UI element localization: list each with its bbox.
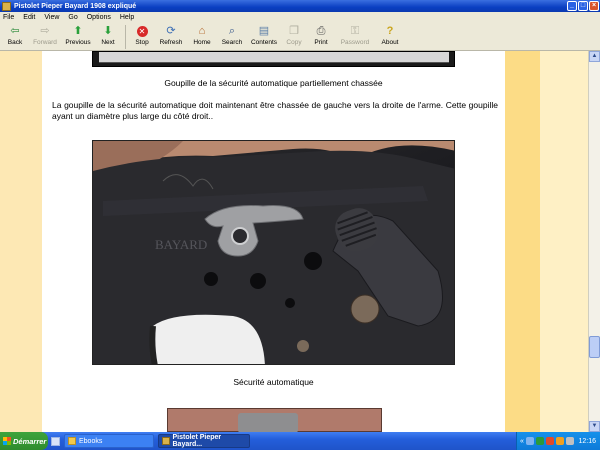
next-label: Next [101,39,115,46]
next-button[interactable]: ⬇ Next [94,23,122,50]
stop-button[interactable]: ✕ Stop [129,23,155,50]
antivirus-icon[interactable] [545,437,554,445]
print-button[interactable]: ⎙ Print [307,23,335,50]
quick-launch-icon[interactable] [51,436,60,446]
stop-label: Stop [135,39,149,46]
taskbar: Démarrer Ebooks Pistolet Pieper Bayard..… [0,432,600,450]
window-title: Pistolet Pieper Bayard 1908 expliqué [14,2,137,10]
system-tray: « 12:16 [516,432,600,450]
about-button[interactable]: ? About [375,23,405,50]
network-icon[interactable] [525,437,534,445]
contents-button[interactable]: ▤ Contents [247,23,281,50]
decorative-band-far-right [540,51,588,432]
print-label: Print [314,39,328,46]
toolbar-separator [125,25,126,49]
menu-file[interactable]: File [3,14,14,21]
back-button[interactable]: ⇦ Back [2,23,28,50]
engraving-text: BAYARD [155,237,207,252]
about-label: About [381,39,399,46]
password-button[interactable]: ⚿ Password [335,23,375,50]
window-controls: _ □ × [567,1,599,11]
menu-bar: File Edit View Go Options Help [0,12,600,23]
refresh-label: Refresh [159,39,183,46]
app-icon [162,437,170,445]
menu-edit[interactable]: Edit [23,14,35,21]
home-icon: ⌂ [198,25,206,37]
volume-icon[interactable] [565,437,574,445]
folder-icon [68,437,76,445]
scroll-thumb[interactable] [589,336,600,358]
search-button[interactable]: ⌕ Search [217,23,247,50]
photo-automatic-safety: BAYARD [92,140,455,365]
copy-label: Copy [286,39,302,46]
page-content[interactable]: Goupille de la sécurité automatique part… [0,51,588,432]
search-label: Search [221,39,243,46]
photo-next [167,408,382,432]
quick-launch [51,436,60,446]
security-icon[interactable] [535,437,544,445]
previous-button[interactable]: ⬆ Previous [62,23,94,50]
menu-view[interactable]: View [44,14,59,21]
password-label: Password [340,39,370,46]
pistol-frame-photo: BAYARD [93,141,454,364]
start-label: Démarrer [13,436,47,446]
contents-label: Contents [250,39,278,46]
menu-help[interactable]: Help [120,14,134,21]
menu-go[interactable]: Go [68,14,77,21]
instruction-paragraph: La goupille de la sécurité automatique d… [52,100,498,121]
home-label: Home [193,39,211,46]
stop-icon: ✕ [135,25,149,38]
down-arrow-icon: ⬇ [103,25,113,37]
back-label: Back [7,39,23,46]
printer-icon: ⎙ [316,25,326,37]
copy-button[interactable]: ❐ Copy [281,23,307,50]
minimize-button[interactable]: _ [567,1,577,11]
refresh-button[interactable]: ⟳ Refresh [155,23,187,50]
decorative-band-right [505,51,540,432]
scroll-up-button[interactable]: ▲ [589,51,600,62]
windows-logo-icon [3,437,11,445]
start-button[interactable]: Démarrer [0,432,48,450]
help-icon: ? [386,25,394,37]
browser-window: Pistolet Pieper Bayard 1908 expliqué _ □… [0,0,600,450]
menu-options[interactable]: Options [87,14,111,21]
caption-automatic-safety: Sécurité automatique [233,377,314,387]
vertical-scrollbar[interactable]: ▲ ▼ [588,51,600,432]
taskbar-item-label: Ebooks [79,437,103,445]
app-icon [2,1,11,11]
photo-previous [92,51,455,67]
back-arrow-icon: ⇦ [10,25,20,37]
taskbar-item-label: Pistolet Pieper Bayard... [172,434,222,448]
maximize-button[interactable]: □ [578,1,588,11]
caption-pin-partially-removed: Goupille de la sécurité automatique part… [164,78,383,88]
close-button[interactable]: × [589,1,599,11]
previous-label: Previous [65,39,91,46]
title-bar[interactable]: Pistolet Pieper Bayard 1908 expliqué _ □… [0,0,600,12]
forward-arrow-icon: ⇨ [40,25,50,37]
search-icon: ⌕ [228,25,236,37]
up-arrow-icon: ⬆ [73,25,83,37]
tray-expand-icon[interactable]: « [520,438,524,445]
home-button[interactable]: ⌂ Home [187,23,217,50]
scroll-down-button[interactable]: ▼ [589,421,600,432]
taskbar-item-browser[interactable]: Pistolet Pieper Bayard... [158,434,250,448]
clock[interactable]: 12:16 [578,438,596,445]
toolbar: ⇦ Back ⇨ Forward ⬆ Previous ⬇ Next ✕ Sto… [0,23,600,51]
refresh-icon: ⟳ [166,25,176,37]
update-icon[interactable] [555,437,564,445]
forward-button[interactable]: ⇨ Forward [28,23,62,50]
key-icon: ⚿ [350,25,360,37]
decorative-band-left [0,51,42,432]
contents-icon: ▤ [258,25,270,37]
copy-icon: ❐ [289,25,299,37]
taskbar-item-ebooks[interactable]: Ebooks [64,434,154,448]
forward-label: Forward [33,39,57,46]
